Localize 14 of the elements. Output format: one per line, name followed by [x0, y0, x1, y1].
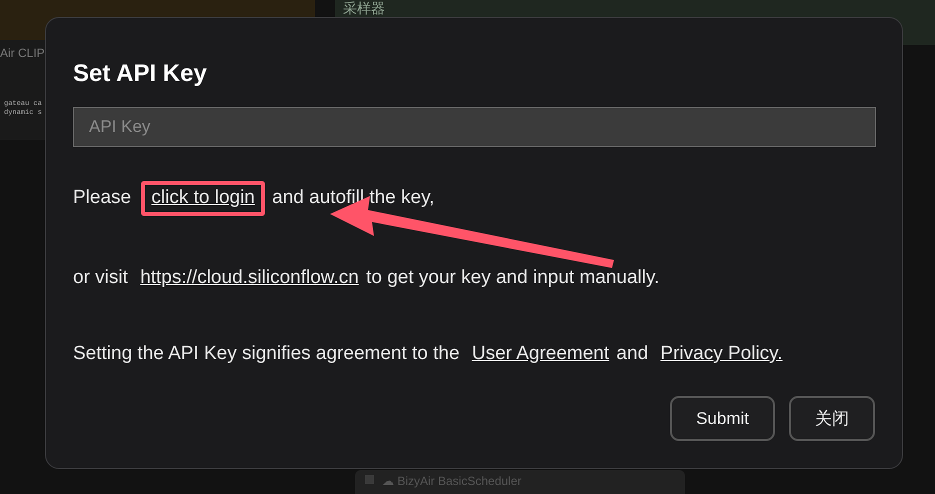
link[interactable]: User Agreement — [470, 343, 612, 364]
node-label: Air CLIP — [0, 46, 45, 60]
api-key-field[interactable]: API Key — [73, 106, 876, 147]
checkbox[interactable] — [365, 475, 374, 484]
node-title: 采样器 — [343, 0, 385, 16]
link[interactable]: Privacy Policy. — [658, 343, 785, 364]
link[interactable]: click to login — [141, 180, 265, 216]
paragraph: Setting the API Key signifies agreement to the User Agreement and Privacy Policy. — [73, 342, 786, 366]
paragraph: Please click to login and autofill the key, — [73, 180, 875, 216]
link[interactable]: https://cloud.siliconflow.cn — [138, 266, 361, 288]
paragraph: or visit https://cloud.siliconflow.cn to get your key and input manually. — [73, 266, 660, 290]
close-button[interactable]: 关闭 — [789, 396, 875, 441]
dialog-title: Set API Key — [73, 60, 208, 89]
submit-button[interactable]: Submit — [670, 396, 775, 441]
